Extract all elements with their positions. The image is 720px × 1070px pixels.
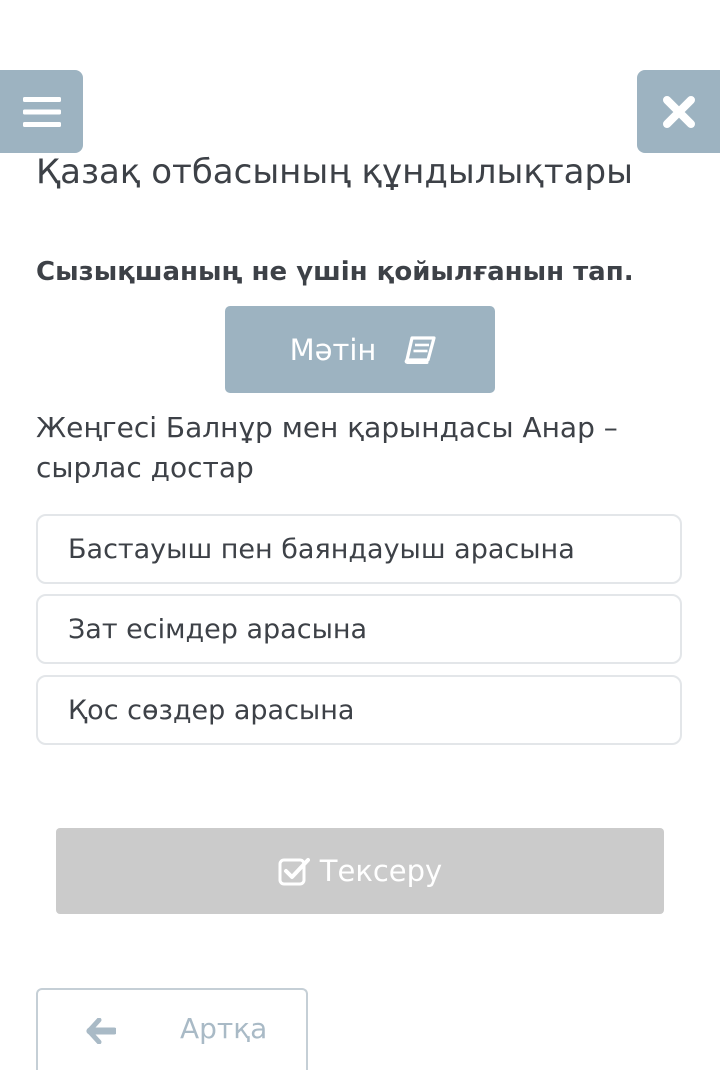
answer-option[interactable]: Зат есімдер арасына <box>36 594 682 664</box>
menu-button[interactable] <box>0 70 83 153</box>
close-button[interactable] <box>637 70 720 153</box>
check-button[interactable]: Тексеру <box>56 828 664 914</box>
question-instruction: Сызықшаның не үшін қойылғанын тап. <box>36 257 634 287</box>
answer-option-label: Зат есімдер арасына <box>68 613 368 645</box>
back-button[interactable]: Артқа <box>36 988 308 1070</box>
check-square-icon <box>278 858 310 886</box>
book-icon <box>405 335 436 364</box>
close-icon <box>662 95 695 128</box>
page-title: Қазақ отбасының құндылықтары <box>36 152 633 192</box>
text-button-label: Мәтін <box>289 332 377 367</box>
back-button-label: Артқа <box>180 1012 268 1045</box>
answer-option-label: Бастауыш пен баяндауыш арасына <box>68 533 575 565</box>
check-button-label: Тексеру <box>319 854 443 888</box>
hamburger-menu-icon <box>22 96 61 127</box>
question-sentence: Жеңгесі Балнұр мен қарындасы Анар – сырл… <box>36 411 618 484</box>
arrow-left-icon <box>86 1018 116 1044</box>
text-button[interactable]: Мәтін <box>225 306 495 393</box>
answer-option[interactable]: Қос сөздер арасына <box>36 675 682 745</box>
answer-option-label: Қос сөздер арасына <box>68 694 355 726</box>
answer-option[interactable]: Бастауыш пен баяндауыш арасына <box>36 514 682 584</box>
quiz-page: Қазақ отбасының құндылықтары Сызықшаның … <box>0 0 720 1070</box>
